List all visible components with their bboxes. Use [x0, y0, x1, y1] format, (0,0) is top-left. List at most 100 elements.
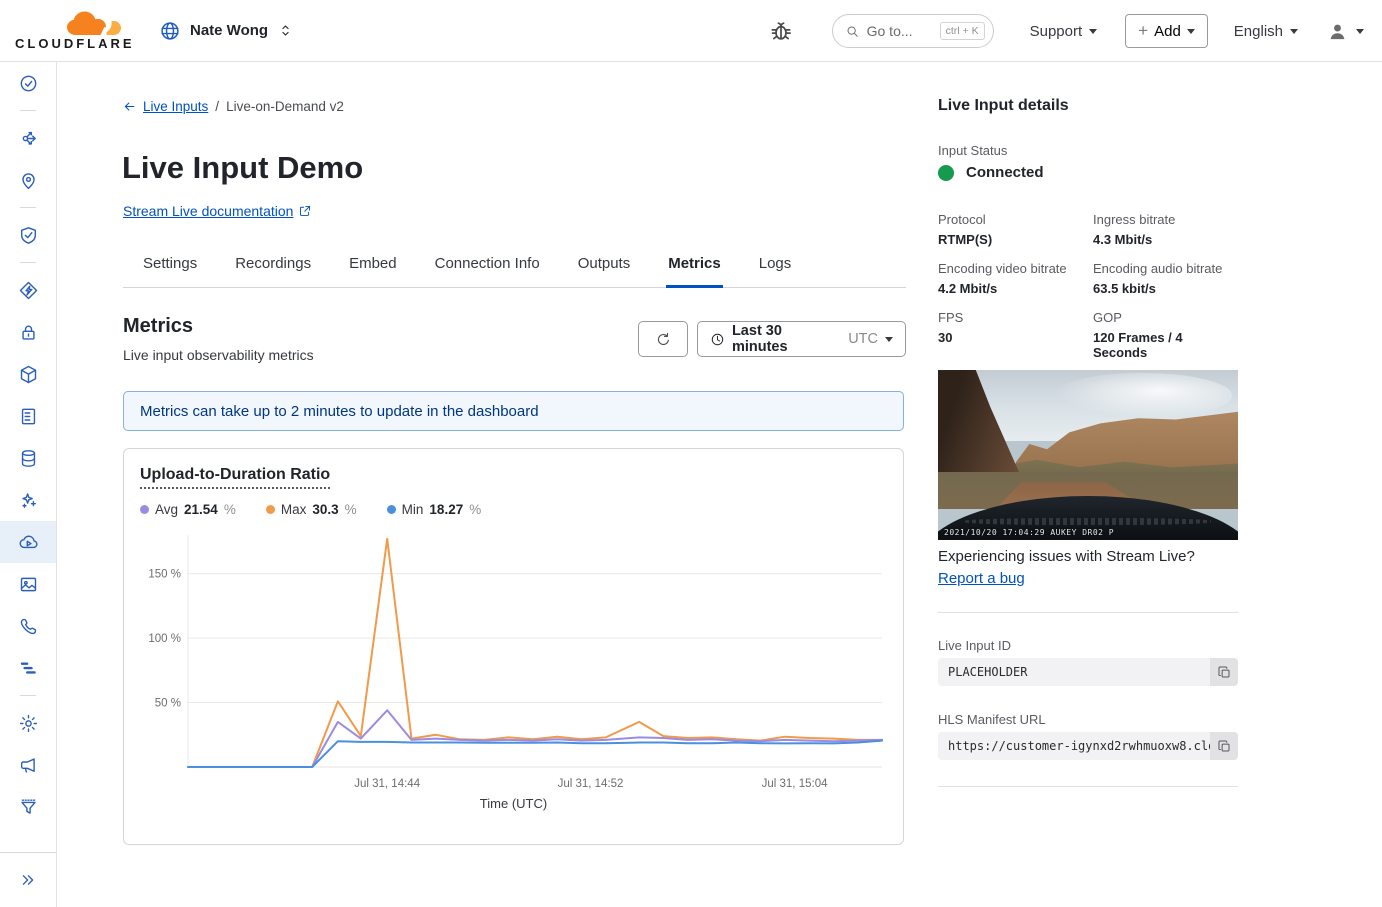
legend-unit: % [345, 502, 357, 517]
detail-protocol: ProtocolRTMP(S) [938, 212, 1093, 247]
cloudflare-cloud-icon [65, 10, 123, 38]
report-bug-link[interactable]: Report a bug [938, 570, 1025, 587]
server-icon [18, 406, 39, 427]
global-search-input[interactable]: Go to... ctrl + K [832, 14, 994, 48]
live-video-preview[interactable]: 2021/10/20 17:04:29 AUKEY DR02 P [938, 370, 1238, 540]
sidebar-item-phone[interactable] [0, 605, 56, 647]
detail-encoding-audio-bitrate: Encoding audio bitrate63.5 kbit/s [1093, 261, 1238, 296]
support-label: Support [1030, 23, 1083, 40]
sidebar-item-location[interactable] [0, 159, 56, 201]
legend-unit: % [224, 502, 236, 517]
preview-dash-vents [965, 518, 1211, 525]
back-arrow-icon [122, 99, 137, 114]
time-range-value: Last 30 minutes [732, 323, 841, 355]
refresh-button[interactable] [638, 321, 688, 357]
history-icon [18, 73, 39, 94]
search-placeholder: Go to... [867, 23, 940, 39]
svg-text:Jul 31, 14:52: Jul 31, 14:52 [558, 778, 624, 790]
breadcrumb-back-link[interactable]: Live Inputs [122, 99, 208, 114]
tab-bar: Settings Recordings Embed Connection Info Ou… [123, 249, 906, 288]
support-menu[interactable]: Support [1030, 23, 1098, 40]
sidebar-item-stream[interactable] [0, 521, 56, 563]
bug-icon[interactable] [768, 18, 794, 44]
sidebar-item-traffic[interactable] [0, 117, 56, 159]
top-header: CLOUDFLARE Nate Wong Go [0, 0, 1382, 62]
sidebar-item-lock[interactable] [0, 311, 56, 353]
sidebar-item-analytics[interactable] [0, 647, 56, 689]
legend-dot [140, 505, 149, 514]
series-max [188, 539, 882, 767]
sidebar-item-shield[interactable] [0, 214, 56, 256]
detail-value: 4.3 Mbit/s [1093, 232, 1238, 247]
section-heading: Metrics [123, 315, 193, 338]
sidebar-item-package[interactable] [0, 353, 56, 395]
sidebar-collapse-button[interactable] [0, 852, 56, 907]
add-label: Add [1154, 23, 1181, 40]
chevron-down-icon [1356, 29, 1364, 34]
images-icon [18, 574, 39, 595]
sidebar-item-history[interactable] [0, 62, 56, 104]
tab-settings[interactable]: Settings [141, 249, 199, 288]
legend-item-max[interactable]: Max30.3% [266, 502, 357, 517]
detail-label: GOP [1093, 310, 1238, 325]
legend-dot [266, 505, 275, 514]
status-dot [938, 165, 954, 181]
sidebar-item-server[interactable] [0, 395, 56, 437]
chevron-down-icon [1089, 29, 1097, 34]
svg-text:150 %: 150 % [148, 569, 181, 581]
user-menu[interactable] [1326, 20, 1364, 43]
gear-icon [18, 713, 39, 734]
detail-ingress-bitrate: Ingress bitrate4.3 Mbit/s [1093, 212, 1238, 247]
chevron-down-icon [885, 337, 893, 342]
legend-item-avg[interactable]: Avg21.54% [140, 502, 236, 517]
shield-icon [18, 225, 39, 246]
tab-outputs[interactable]: Outputs [576, 249, 633, 288]
account-switcher[interactable]: Nate Wong [159, 20, 294, 42]
expand-icon [18, 870, 38, 890]
svg-text:Jul 31, 14:44: Jul 31, 14:44 [354, 778, 420, 790]
detail-value: 4.2 Mbit/s [938, 281, 1093, 296]
detail-label: Encoding audio bitrate [1093, 261, 1238, 276]
time-zone-value: UTC [848, 331, 878, 347]
sidebar-item-megaphone[interactable] [0, 744, 56, 786]
tab-metrics[interactable]: Metrics [666, 249, 723, 288]
sidebar-item-layers[interactable] [0, 269, 56, 311]
copy-button[interactable] [1210, 658, 1238, 686]
detail-label: Encoding video bitrate [938, 261, 1093, 276]
language-menu[interactable]: English [1234, 23, 1298, 40]
sidebar-divider [0, 256, 56, 269]
documentation-link[interactable]: Stream Live documentation [123, 203, 312, 219]
chevron-down-icon [1187, 29, 1195, 34]
tab-logs[interactable]: Logs [757, 249, 794, 288]
legend-item-min[interactable]: Min18.27% [387, 502, 482, 517]
tab-recordings[interactable]: Recordings [233, 249, 313, 288]
cloudflare-logo[interactable]: CLOUDFLARE [15, 10, 127, 51]
legend-unit: % [469, 502, 481, 517]
traffic-icon [18, 128, 39, 149]
sidebar-item-ai[interactable] [0, 479, 56, 521]
sidebar-item-funnel[interactable] [0, 786, 56, 828]
details-grid: ProtocolRTMP(S)Ingress bitrate4.3 Mbit/s… [938, 212, 1238, 360]
copy-button[interactable] [1210, 732, 1238, 760]
hls-manifest-url-value: https://customer-igynxd2rwhmuoxw8.cloudf [938, 732, 1238, 760]
tab-embed[interactable]: Embed [347, 249, 399, 288]
analytics-icon [18, 658, 39, 679]
time-range-dropdown[interactable]: Last 30 minutes UTC [697, 321, 906, 357]
account-name: Nate Wong [190, 22, 268, 39]
input-status: Connected [938, 164, 1044, 181]
user-icon [1326, 20, 1349, 43]
refresh-icon [655, 331, 672, 348]
megaphone-icon [18, 755, 39, 776]
add-button[interactable]: + Add [1125, 14, 1208, 48]
preview-timestamp-overlay: 2021/10/20 17:04:29 AUKEY DR02 P [944, 528, 1114, 537]
sidebar-item-database[interactable] [0, 437, 56, 479]
divider [938, 786, 1238, 787]
sidebar-item-images[interactable] [0, 563, 56, 605]
sidebar-item-gear[interactable] [0, 702, 56, 744]
language-label: English [1234, 23, 1283, 40]
tab-connection-info[interactable]: Connection Info [433, 249, 542, 288]
legend-value: 30.3 [312, 502, 338, 517]
info-banner: Metrics can take up to 2 minutes to upda… [123, 391, 904, 431]
sidebar-divider [0, 689, 56, 702]
copy-icon [1217, 665, 1232, 680]
